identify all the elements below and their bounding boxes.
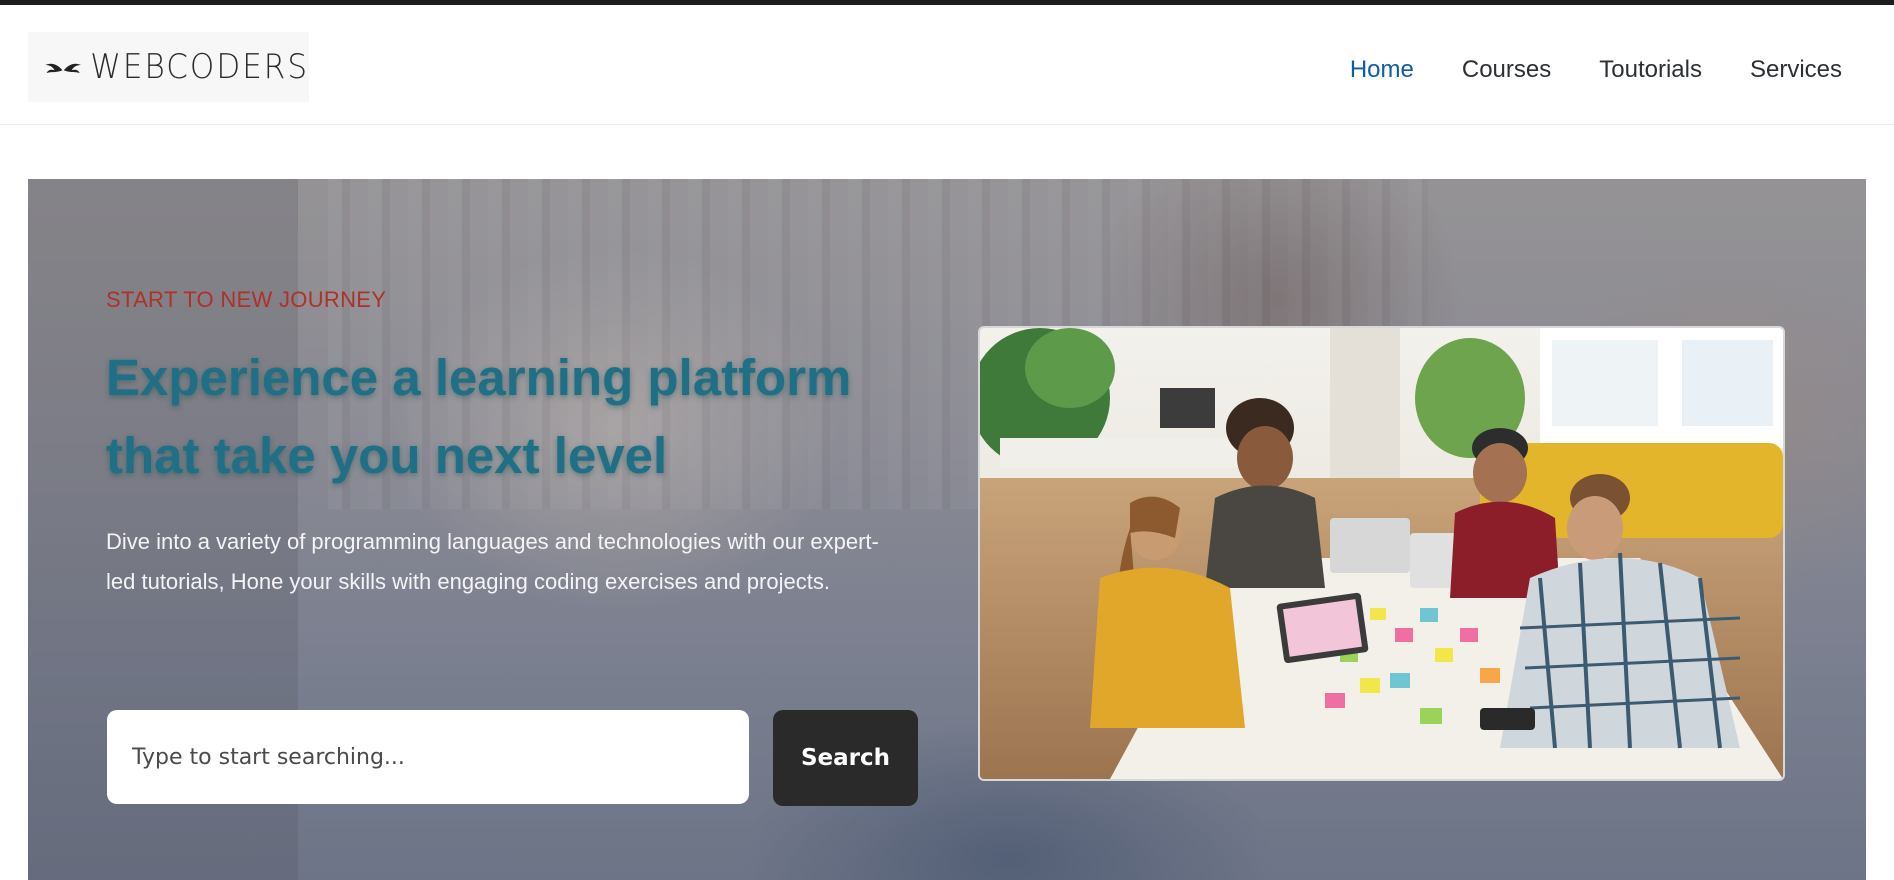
hero-description: Dive into a variety of programming langu… <box>106 529 879 594</box>
hero-eyebrow: START TO NEW JOURNEY <box>106 287 387 312</box>
main-nav: Home Courses Toutorials Services <box>1350 10 1842 129</box>
wings-logo-icon <box>45 63 81 73</box>
hero-section: START TO NEW JOURNEY Experience a learni… <box>28 179 1866 880</box>
logo-text: WEBCODERS <box>90 47 309 87</box>
nav-services[interactable]: Services <box>1750 56 1842 84</box>
site-logo[interactable]: WEBCODERS <box>28 32 309 102</box>
nav-courses[interactable]: Courses <box>1462 56 1551 84</box>
search-input[interactable] <box>107 710 749 804</box>
site-header: WEBCODERS Home Courses Toutorials Servic… <box>0 5 1894 125</box>
nav-tutorials[interactable]: Toutorials <box>1599 56 1702 84</box>
search-button[interactable]: Search <box>773 710 918 806</box>
hero-headline: Experience a learning platform that take… <box>106 349 852 484</box>
hero-image <box>978 326 1785 781</box>
team-collaboration-illustration <box>980 328 1783 779</box>
nav-home[interactable]: Home <box>1350 56 1414 84</box>
